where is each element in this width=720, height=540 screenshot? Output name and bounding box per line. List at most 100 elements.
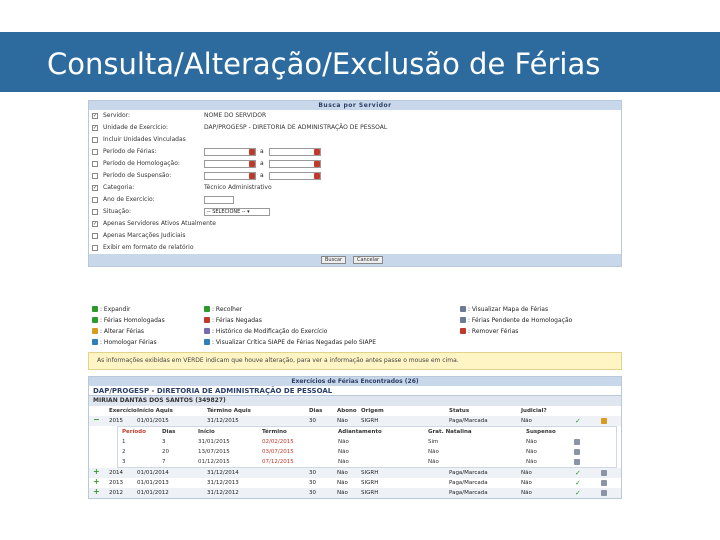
calendar-icon[interactable] [249, 161, 255, 167]
filter-value: Técnico Administrativo [204, 184, 272, 191]
form-row: ✓ Apenas Servidores Ativos Atualmente [89, 218, 621, 230]
cell: Não [337, 480, 348, 486]
year-input[interactable] [204, 196, 234, 204]
cell: 01/01/2015 [137, 418, 169, 424]
history-icon[interactable] [601, 470, 607, 476]
results-header: Exercícios de Férias Encontrados (26) [89, 377, 621, 386]
form-row: Situação: -- SELECIONE -- ▾ [89, 206, 621, 218]
cell: Paga/Marcada [449, 470, 488, 476]
legend-item: : Expandir [92, 306, 131, 313]
filter-label: Situação: [103, 208, 131, 215]
calendar-icon[interactable] [314, 173, 320, 179]
results-table: Exercícios de Férias Encontrados (26) DA… [88, 376, 622, 499]
filter-checkbox[interactable]: ✓ [92, 221, 98, 227]
filter-checkbox[interactable]: ✓ [92, 113, 98, 119]
edit-icon[interactable] [601, 418, 607, 424]
filter-checkbox[interactable] [92, 197, 98, 203]
history-icon[interactable] [601, 480, 607, 486]
cell: Sim [428, 439, 439, 445]
subtable-row: 1 3 31/01/2015 02/02/2015 Não Sim Não [118, 437, 616, 447]
subtable-header-row: Período Dias Início Término Adiantamento Grat… [118, 427, 616, 437]
cell: SIGRH [361, 470, 379, 476]
cell: 07/12/2015 [262, 459, 294, 465]
subtable-row: 2 20 13/07/2015 03/07/2015 Não Não Não [118, 447, 616, 457]
legend-label: : Remover Férias [468, 328, 519, 335]
date-separator: a [260, 172, 264, 179]
form-row: Período de Férias: a [89, 146, 621, 158]
form-row: ✓ Categoria: Técnico Administrativo [89, 182, 621, 194]
collapse-icon[interactable]: − [93, 415, 100, 425]
cell: Término Aquis [207, 408, 251, 414]
cell: 2 [122, 449, 126, 455]
view-icon[interactable] [574, 449, 580, 455]
filter-checkbox[interactable] [92, 245, 98, 251]
legend-label: : Homologar Férias [100, 339, 157, 346]
legend-label: : Alterar Férias [100, 328, 145, 335]
calendar-icon[interactable] [314, 161, 320, 167]
siape-icon [204, 339, 210, 345]
cell: Não [337, 418, 348, 424]
legend-item: : Férias Homologadas [92, 317, 165, 324]
view-icon[interactable] [574, 459, 580, 465]
cell: Não [338, 459, 349, 465]
cell: Paga/Marcada [449, 490, 488, 496]
cell: SIGRH [361, 418, 379, 424]
filter-checkbox[interactable]: ✓ [92, 125, 98, 131]
form-footer: Buscar Cancelar [89, 254, 621, 266]
calendar-icon[interactable] [249, 149, 255, 155]
cancel-button[interactable]: Cancelar [353, 256, 384, 264]
cell: 2015 [109, 418, 123, 424]
cell: 3 [122, 459, 126, 465]
table-row: +2012 01/01/2012 31/12/2012 30 Não SIGRH Paga/… [89, 487, 621, 498]
legend-label: : Histórico de Modificação do Exercício [212, 328, 328, 335]
form-row: ✓ Unidade de Exercício: DAP/PROGESP - DIRE… [89, 122, 621, 134]
cell: 03/07/2015 [262, 449, 294, 455]
filter-label: Servidor: [103, 112, 131, 119]
history-icon [204, 328, 210, 334]
filter-label: Período de Suspensão: [103, 172, 172, 179]
collapse-icon [204, 306, 210, 312]
filter-checkbox[interactable] [92, 173, 98, 179]
filter-checkbox[interactable] [92, 149, 98, 155]
cell: 3 [162, 439, 166, 445]
cell: Adiantamento [338, 429, 382, 435]
cell: 2013 [109, 480, 123, 486]
cell: Origem [361, 408, 384, 414]
cell: 31/12/2013 [207, 480, 239, 486]
legend-item: : Homologar Férias [92, 339, 157, 346]
cell: 01/01/2013 [137, 480, 169, 486]
search-form: Busca por Servidor ✓ Servidor: NOME DO SER… [88, 100, 622, 267]
filter-checkbox[interactable]: ✓ [92, 185, 98, 191]
form-row: Período de Suspensão: a [89, 170, 621, 182]
legend-item: : Remover Férias [460, 328, 518, 335]
calendar-icon[interactable] [314, 149, 320, 155]
cell: Não [521, 490, 532, 496]
cell: Paga/Marcada [449, 418, 488, 424]
filter-label: Unidade de Exercício: [103, 124, 168, 131]
calendar-icon[interactable] [249, 173, 255, 179]
search-button[interactable]: Buscar [321, 256, 347, 264]
legend-item: : Alterar Férias [92, 328, 144, 335]
filter-checkbox[interactable] [92, 137, 98, 143]
history-icon[interactable] [601, 490, 607, 496]
expand-icon[interactable]: + [93, 477, 100, 487]
cell: Não [521, 418, 532, 424]
filter-checkbox[interactable] [92, 161, 98, 167]
view-icon[interactable] [574, 439, 580, 445]
form-row: Ano de Exercício: [89, 194, 621, 206]
status-select[interactable]: -- SELECIONE -- ▾ [204, 208, 270, 216]
filter-label: Apenas Servidores Ativos Atualmente [103, 220, 216, 227]
filter-label: Exibir em formato de relatório [103, 244, 194, 251]
expand-icon[interactable]: + [93, 467, 100, 477]
filter-checkbox[interactable] [92, 209, 98, 215]
cell: 31/12/2014 [207, 470, 239, 476]
expand-icon[interactable]: + [93, 487, 100, 497]
legend-item: : Histórico de Modificação do Exercício [204, 328, 327, 335]
denied-icon [204, 317, 210, 323]
cell: 31/12/2015 [207, 418, 239, 424]
filter-checkbox[interactable] [92, 233, 98, 239]
table-row: +2014 01/01/2014 31/12/2014 30 Não SIGRH Paga/… [89, 467, 621, 478]
cell: 13/07/2015 [198, 449, 230, 455]
legend-item: : Visualizar Mapa de Férias [460, 306, 548, 313]
cell: 20 [162, 449, 169, 455]
